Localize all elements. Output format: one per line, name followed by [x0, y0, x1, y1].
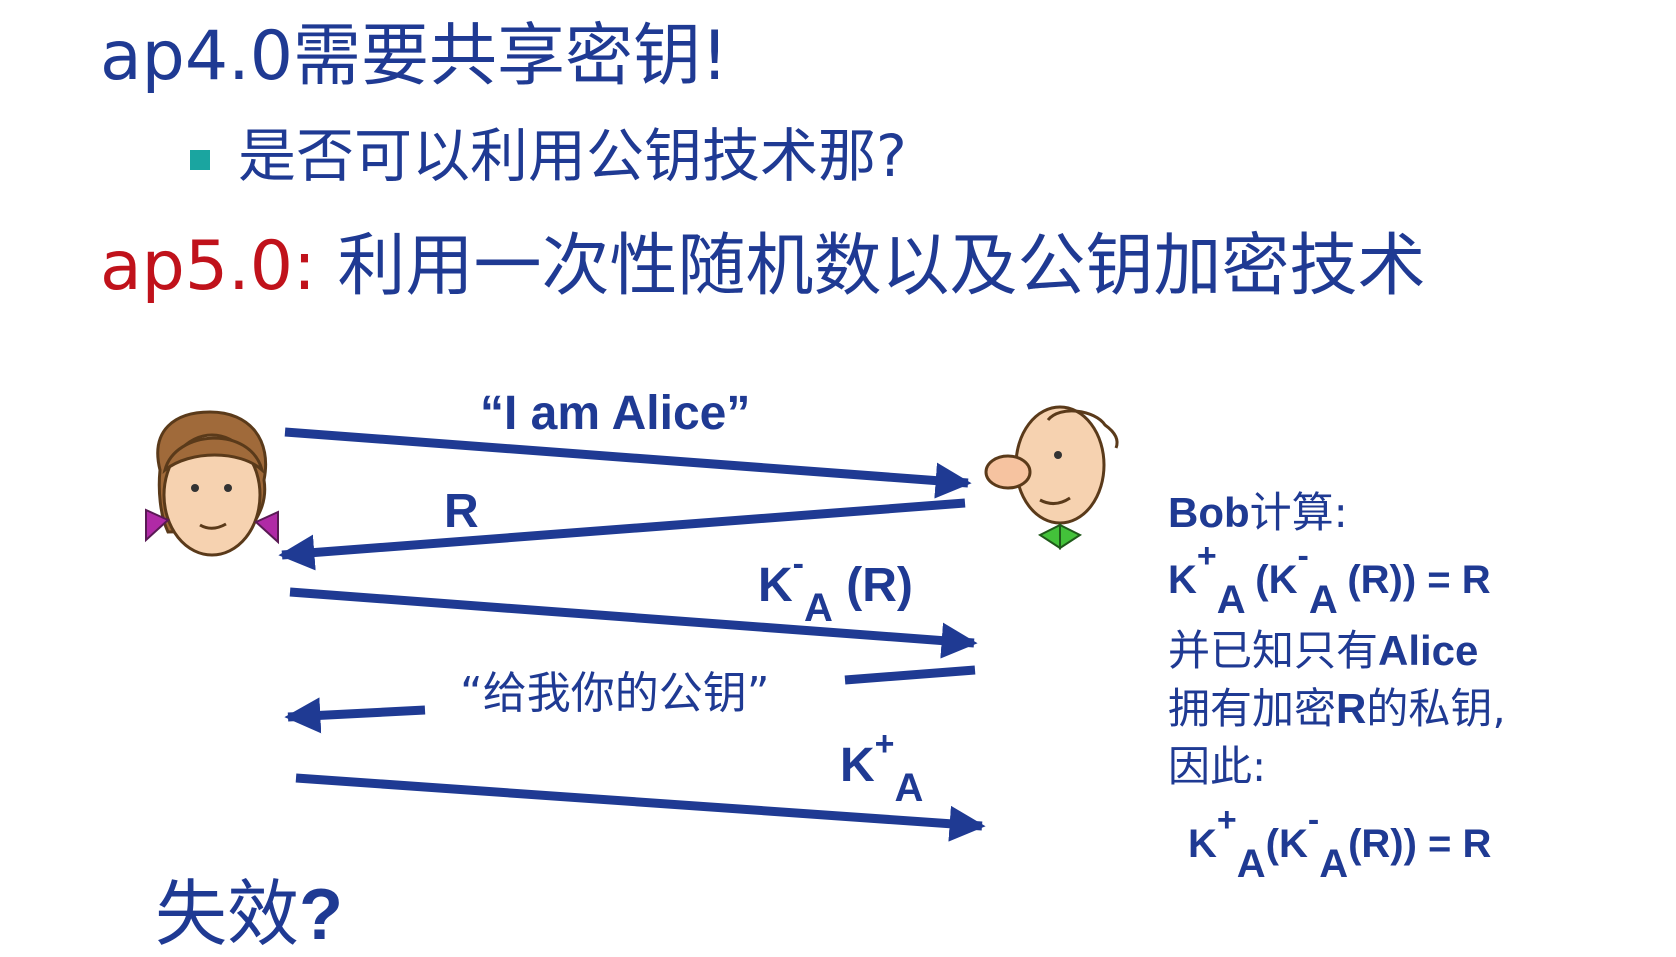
formula-1: K+A (K-A (R)) = R	[1168, 537, 1668, 622]
f2-sup: +	[1216, 801, 1237, 839]
f1-sub: A	[1216, 578, 1245, 622]
bob-line2a: 拥有加密	[1168, 684, 1337, 733]
bob-heading-rest: 计算:	[1249, 488, 1348, 537]
alice-figure-icon	[145, 410, 279, 557]
bob-line1-bold: Alice	[1378, 627, 1479, 674]
arrow-ask-key-left	[284, 697, 426, 734]
bob-line1-text: 并已知只有	[1168, 626, 1379, 675]
message-ask-public-key: “给我你的公钥”	[460, 668, 770, 719]
key-sign: +	[874, 725, 895, 763]
key-symbol: K	[758, 559, 793, 612]
f2-sup2: -	[1307, 801, 1320, 839]
message-signed-nonce: K-A (R)	[758, 545, 913, 630]
bob-line2-bold: R	[1336, 685, 1367, 732]
f2-sub2: A	[1319, 842, 1349, 886]
bob-line-3: 因此:	[1168, 742, 1267, 791]
f2-end: (R)) = R	[1348, 822, 1492, 866]
bob-heading: Bob计算:	[1168, 484, 1668, 542]
key-sign: -	[792, 545, 804, 583]
f2-mid: (K	[1265, 822, 1308, 866]
f2-sub: A	[1236, 842, 1266, 886]
message-iam-alice: “I am Alice”	[480, 387, 751, 440]
arrow-nonce-r	[278, 498, 966, 571]
bob-line2b: 的私钥,	[1366, 684, 1506, 733]
key-argument: (R)	[832, 559, 913, 612]
f1-sup2: -	[1297, 537, 1309, 575]
message-public-key: K+A	[840, 725, 923, 810]
failure-question: 失效?	[155, 872, 343, 957]
key-symbol: K	[840, 739, 875, 792]
f2-k: K	[1188, 822, 1217, 866]
key-subscript: A	[894, 766, 924, 810]
fail-text: 失效	[155, 872, 300, 956]
f1-mid: (K	[1244, 558, 1298, 602]
fail-question-mark: ?	[299, 875, 343, 955]
f1-sub2: A	[1308, 578, 1337, 622]
bob-computation-box: Bob计算: K+A (K-A (R)) = R 并已知只有Alice 拥有加密…	[1168, 484, 1668, 886]
bob-line-2: 拥有加密R的私钥,	[1168, 680, 1668, 738]
formula-2: K+A(K-A(R)) = R	[1188, 801, 1668, 886]
arrow-ask-key-right	[844, 665, 976, 685]
bob-name: Bob	[1168, 489, 1250, 536]
bob-figure-icon	[984, 405, 1119, 550]
bob-line-1: 并已知只有Alice	[1168, 622, 1668, 680]
f1-end: (R)) = R	[1336, 558, 1491, 602]
message-nonce: R	[444, 485, 479, 538]
f1-sup: +	[1196, 537, 1217, 575]
key-subscript: A	[804, 586, 833, 630]
f1-k: K	[1168, 558, 1197, 602]
